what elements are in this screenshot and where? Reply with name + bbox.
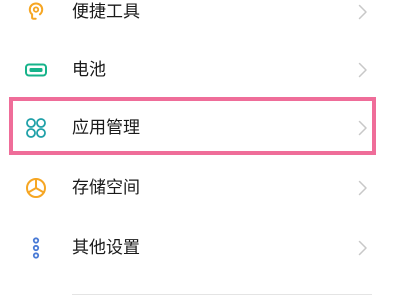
- chevron-right-icon: [358, 62, 368, 78]
- storage-icon: [24, 176, 48, 200]
- settings-item-other-settings[interactable]: 其他设置: [0, 219, 400, 277]
- settings-item-storage[interactable]: 存储空间: [0, 159, 400, 217]
- settings-item-battery[interactable]: 电池: [0, 41, 400, 99]
- shortcut-tools-icon: [24, 0, 48, 24]
- settings-item-label: 应用管理: [72, 118, 140, 138]
- app-management-icon: [24, 116, 48, 140]
- chevron-right-icon: [358, 4, 368, 20]
- settings-item-label: 电池: [72, 60, 106, 80]
- settings-item-shortcut-tools[interactable]: 便捷工具: [0, 0, 400, 41]
- chevron-right-icon: [358, 120, 368, 136]
- other-settings-icon: [24, 236, 48, 260]
- battery-icon: [24, 58, 48, 82]
- settings-item-label: 存储空间: [72, 178, 140, 198]
- settings-item-label: 其他设置: [72, 238, 140, 258]
- divider: [72, 294, 372, 295]
- settings-item-label: 便捷工具: [72, 2, 140, 22]
- settings-item-app-management[interactable]: 应用管理: [0, 99, 400, 157]
- chevron-right-icon: [358, 180, 368, 196]
- chevron-right-icon: [358, 240, 368, 256]
